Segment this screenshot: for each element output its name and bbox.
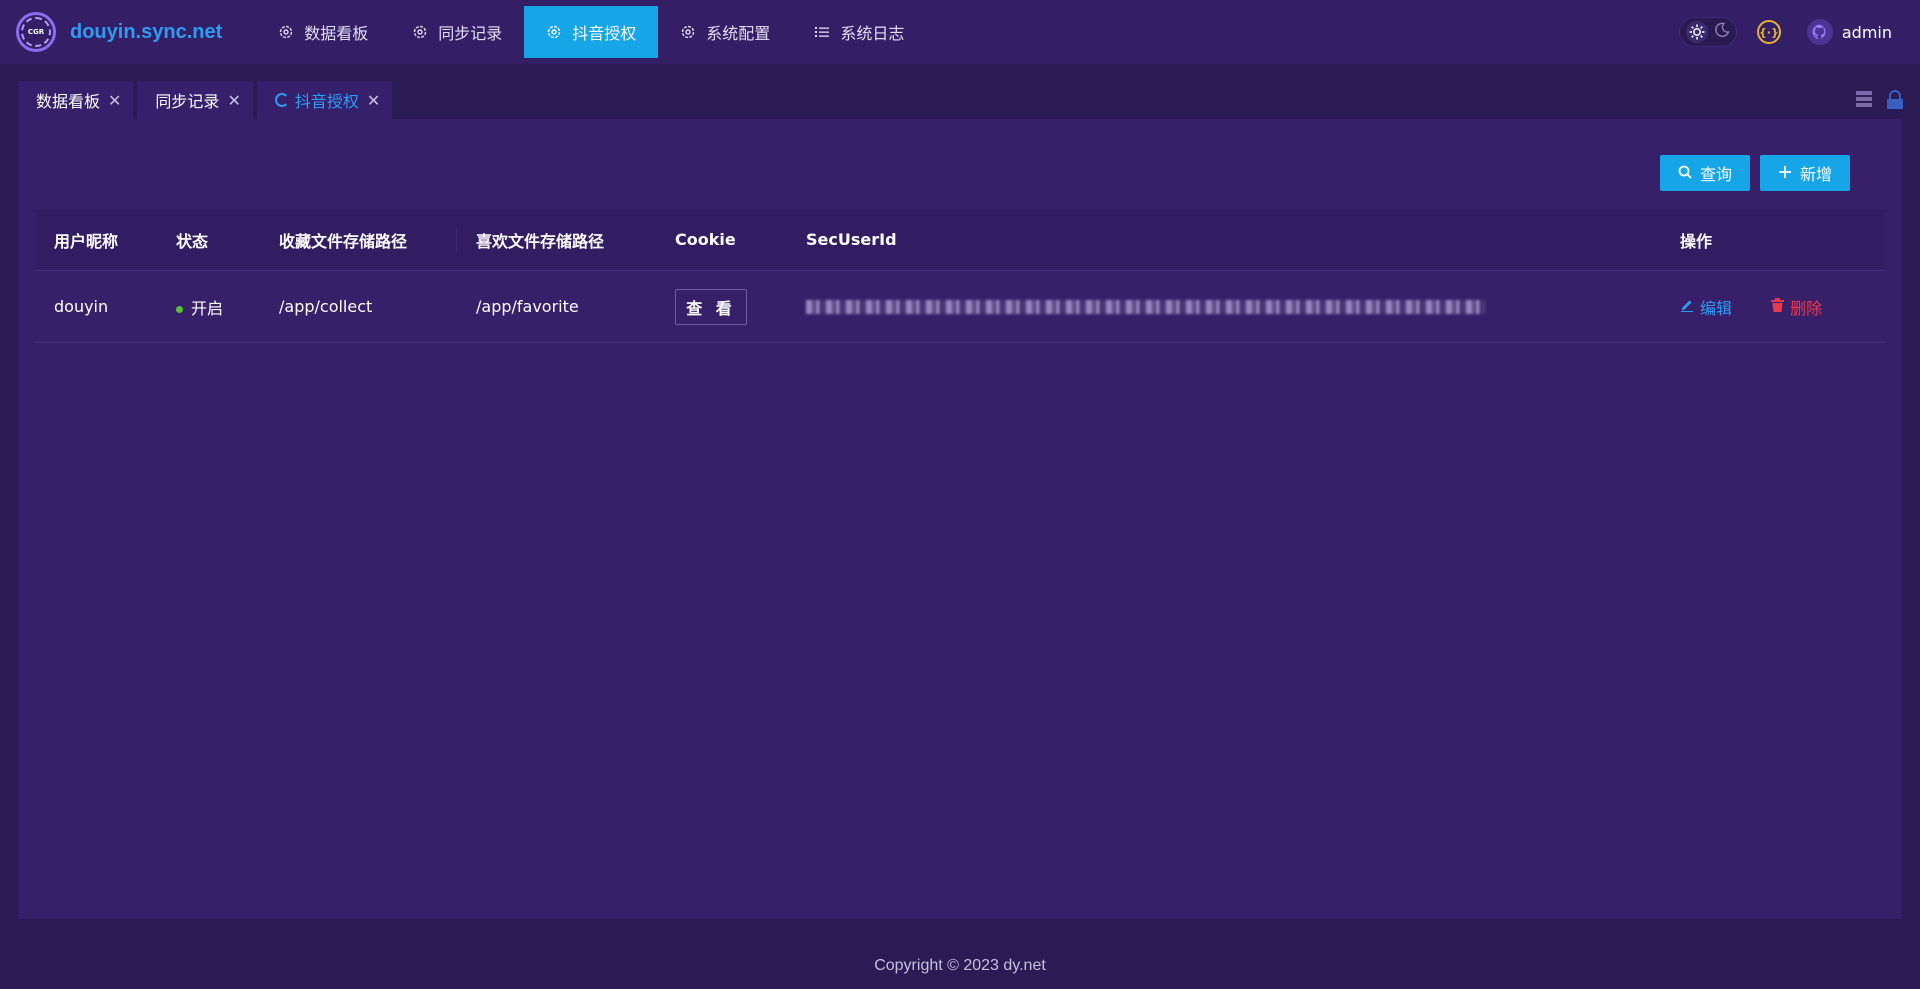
column-header-nickname: 用户昵称 — [54, 231, 119, 251]
pencil-icon — [1680, 297, 1694, 316]
trash-icon — [1771, 297, 1785, 316]
username: admin — [1841, 22, 1892, 42]
cell-cookie: 查 看 — [656, 288, 787, 325]
top-header: CGR douyin.sync.net 数据看板 同步记录 抖音授权 系统配置 … — [0, 0, 1920, 64]
logo-icon: CGR — [16, 12, 56, 52]
blurred-secuserid — [806, 299, 1486, 314]
cell-secuserid — [787, 299, 1661, 314]
status-dot-icon — [176, 305, 183, 313]
nav-item-label: 系统配置 — [706, 24, 771, 43]
theme-toggle[interactable] — [1678, 17, 1737, 47]
delete-label: 删除 — [1790, 298, 1823, 318]
logo[interactable]: CGR douyin.sync.net — [16, 0, 222, 64]
main-card: 查询 新增 用户昵称 状态 收藏文件存储路径 喜欢文件存储路径 Cookie S… — [18, 119, 1902, 919]
user-menu[interactable]: admin — [1806, 19, 1892, 45]
add-button[interactable]: 新增 — [1759, 155, 1850, 191]
column-header-collect-path: 收藏文件存储路径 — [260, 227, 457, 252]
nav-item-system-log[interactable]: 系统日志 — [792, 6, 926, 58]
nav-item-dashboard[interactable]: 数据看板 — [256, 6, 390, 58]
column-header-cookie: Cookie — [675, 230, 736, 249]
lock-icon[interactable] — [1886, 90, 1904, 110]
column-header-secuserid: SecUserId — [806, 230, 897, 249]
status-text: 开启 — [191, 298, 224, 318]
page-tabs: 数据看板 ✕ 同步记录 ✕ 抖音授权 ✕ — [18, 81, 396, 119]
nav-item-sync-records[interactable]: 同步记录 — [390, 6, 524, 58]
nav-item-system-config[interactable]: 系统配置 — [658, 6, 792, 58]
add-button-label: 新增 — [1799, 165, 1832, 184]
close-icon[interactable]: ✕ — [227, 91, 240, 110]
coin-icon[interactable]: {·} — [1756, 20, 1781, 44]
logo-text: CGR — [27, 28, 45, 36]
github-avatar-icon — [1806, 19, 1833, 45]
query-button[interactable]: 查询 — [1659, 155, 1750, 191]
loading-icon — [274, 93, 289, 107]
nav-item-douyin-auth[interactable]: 抖音授权 — [524, 6, 659, 58]
gear-icon — [680, 24, 696, 40]
server-icon[interactable] — [1856, 90, 1874, 110]
column-header-favorite-path: 喜欢文件存储路径 — [476, 231, 605, 251]
tab-dashboard[interactable]: 数据看板 ✕ — [18, 81, 134, 119]
table-row: douyin 开启 /app/collect /app/favorite 查 看… — [35, 270, 1885, 343]
cell-actions: 编辑 删除 — [1661, 295, 1885, 319]
nav-item-label: 数据看板 — [304, 24, 369, 43]
tab-douyin-auth[interactable]: 抖音授权 ✕ — [256, 81, 393, 119]
auth-table: 用户昵称 状态 收藏文件存储路径 喜欢文件存储路径 Cookie SecUser… — [35, 209, 1885, 343]
tab-label: 数据看板 — [36, 92, 101, 111]
list-icon — [814, 24, 830, 40]
view-cookie-button[interactable]: 查 看 — [675, 288, 747, 325]
cell-collect-path: /app/collect — [279, 297, 373, 316]
column-header-actions: 操作 — [1680, 231, 1713, 251]
tab-label: 抖音授权 — [294, 92, 359, 111]
sun-icon — [1685, 21, 1708, 43]
tab-tools — [1856, 90, 1904, 110]
main-nav: 数据看板 同步记录 抖音授权 系统配置 系统日志 — [256, 0, 926, 64]
nav-item-label: 抖音授权 — [572, 24, 637, 43]
gear-icon — [412, 24, 428, 40]
column-header-status: 状态 — [176, 231, 209, 251]
close-icon[interactable]: ✕ — [108, 91, 121, 110]
edit-label: 编辑 — [1700, 298, 1733, 318]
delete-button[interactable]: 删除 — [1771, 295, 1822, 319]
header-actions: {·} admin — [1678, 0, 1920, 64]
gear-icon — [546, 24, 562, 40]
table-header: 用户昵称 状态 收藏文件存储路径 喜欢文件存储路径 Cookie SecUser… — [35, 209, 1885, 270]
nav-item-label: 系统日志 — [840, 24, 905, 43]
tab-sync-records[interactable]: 同步记录 ✕ — [137, 81, 253, 119]
nav-item-label: 同步记录 — [438, 24, 503, 43]
site-name[interactable]: douyin.sync.net — [70, 21, 222, 44]
toolbar: 查询 新增 — [1659, 155, 1850, 191]
tab-label: 同步记录 — [155, 92, 220, 111]
footer-copyright: Copyright © 2023 dy.net — [874, 957, 1046, 974]
close-icon[interactable]: ✕ — [367, 91, 380, 110]
gear-icon — [278, 24, 294, 40]
moon-icon — [1714, 22, 1730, 42]
query-button-label: 查询 — [1699, 165, 1732, 184]
cell-status: 开启 — [157, 295, 260, 319]
cell-nickname: douyin — [54, 297, 109, 316]
cell-favorite-path: /app/favorite — [476, 297, 579, 316]
edit-button[interactable]: 编辑 — [1680, 295, 1732, 319]
plus-icon — [1778, 164, 1792, 183]
search-icon — [1678, 164, 1692, 183]
